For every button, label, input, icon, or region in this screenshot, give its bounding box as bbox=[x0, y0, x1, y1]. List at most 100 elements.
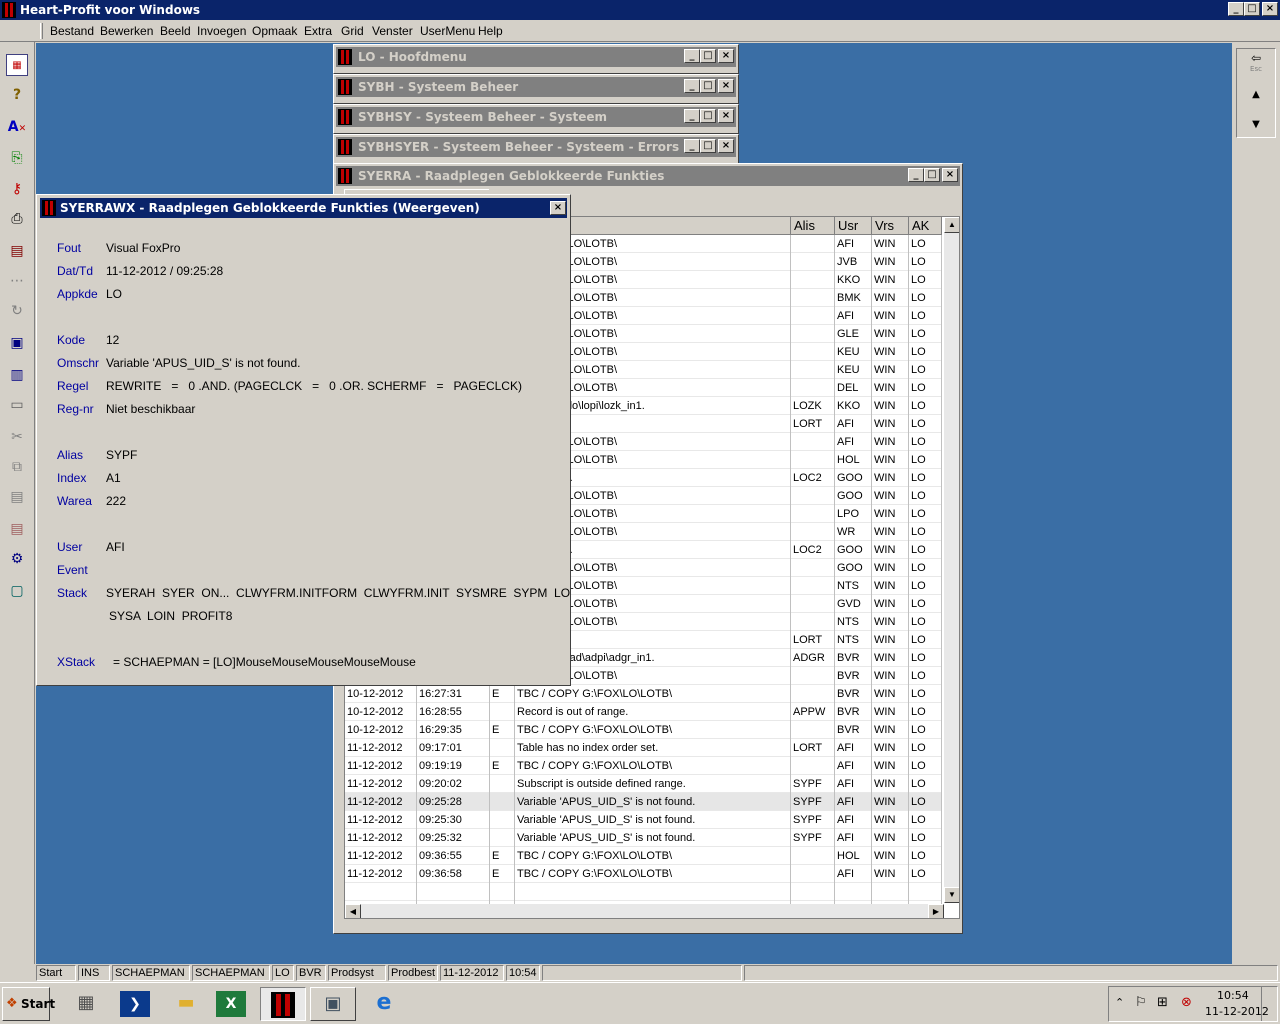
close-button[interactable]: × bbox=[718, 49, 734, 63]
print-icon[interactable]: ⎙ bbox=[6, 208, 28, 230]
internet-explorer-icon[interactable]: e bbox=[362, 987, 406, 1021]
cut-icon[interactable]: ✂ bbox=[6, 426, 28, 448]
powershell-icon[interactable]: ❯ bbox=[120, 991, 150, 1017]
help-icon[interactable]: ? bbox=[6, 84, 28, 106]
dots-icon[interactable]: ⋯ bbox=[6, 270, 28, 292]
folder-icon[interactable]: ▬ bbox=[164, 987, 208, 1021]
table-row[interactable]: 10-12-2012 16:29:35 E TBC / COPY G:\FOX\LO\… bbox=[345, 721, 942, 739]
heart-profit-icon[interactable] bbox=[260, 987, 306, 1021]
table-row[interactable]: 11-12-2012 09:25:28 Variable 'APUS_UID_S' … bbox=[345, 793, 942, 811]
chevron-up-icon[interactable]: ⌃ bbox=[1115, 996, 1124, 1009]
table-row[interactable]: 10-12-2012 16:28:55 Record is out of range… bbox=[345, 703, 942, 721]
window-app-icon[interactable]: ▣ bbox=[310, 987, 356, 1021]
calendar-icon[interactable]: ▦ bbox=[6, 54, 28, 76]
clock-date[interactable]: 11-12-2012 bbox=[1205, 1005, 1269, 1018]
minimize-button[interactable]: _ bbox=[908, 168, 924, 182]
show-desktop-button[interactable] bbox=[1261, 987, 1275, 1021]
menu-extra[interactable]: Extra bbox=[302, 23, 334, 39]
menu-usermenu[interactable]: UserMenu bbox=[418, 23, 477, 39]
escape-icon[interactable]: ⇦ Esc bbox=[1245, 51, 1267, 79]
cell-alias bbox=[791, 559, 835, 577]
user-label: User bbox=[57, 540, 83, 554]
close-button[interactable]: × bbox=[1262, 2, 1278, 16]
report-icon[interactable]: ▥ bbox=[6, 364, 28, 386]
menu-help[interactable]: Help bbox=[476, 23, 505, 39]
maximize-button[interactable]: □ bbox=[700, 139, 716, 153]
window-icon[interactable]: ▭ bbox=[6, 394, 28, 416]
cell-alias bbox=[791, 361, 835, 379]
horizontal-scrollbar[interactable]: ◀ ▶ bbox=[345, 904, 944, 918]
menu-opmaak[interactable]: Opmaak bbox=[250, 23, 299, 39]
key-icon[interactable]: ⚷ bbox=[6, 178, 28, 200]
menu-grid[interactable]: Grid bbox=[339, 23, 366, 39]
properties-icon[interactable]: ⚙ bbox=[6, 548, 28, 570]
table-row[interactable]: 11-12-2012 09:36:55 E TBC / COPY G:\FOX\LO\… bbox=[345, 847, 942, 865]
column-header-vrs[interactable]: Vrs bbox=[872, 217, 909, 235]
cell-user: BMK bbox=[835, 289, 872, 307]
column-header-ak[interactable]: AK bbox=[909, 217, 942, 235]
vertical-scrollbar[interactable]: ▲ ▼ bbox=[944, 217, 959, 903]
up-icon[interactable]: ▲ bbox=[1245, 89, 1267, 105]
maximize-button[interactable]: □ bbox=[1244, 2, 1260, 16]
volume-muted-icon[interactable]: ⊗ bbox=[1181, 995, 1192, 1010]
minimize-button[interactable]: _ bbox=[684, 109, 700, 123]
table-row[interactable]: 11-12-2012 09:17:01 Table has no index ord… bbox=[345, 739, 942, 757]
stack-label: Stack bbox=[57, 586, 88, 600]
minimize-button[interactable]: _ bbox=[684, 79, 700, 93]
network-icon[interactable]: ⊞ bbox=[1157, 995, 1168, 1010]
table-row[interactable]: 11-12-2012 09:25:30 Variable 'APUS_UID_S' … bbox=[345, 811, 942, 829]
menu-bewerken[interactable]: Bewerken bbox=[98, 23, 155, 39]
column-header-alis[interactable]: Alis bbox=[791, 217, 835, 235]
excel-icon[interactable]: X bbox=[216, 991, 246, 1017]
regel-value: REWRITE = 0 .AND. (PAGECLCK = 0 .OR. SCH… bbox=[106, 379, 522, 393]
maximize-button[interactable]: □ bbox=[924, 168, 940, 182]
paste-icon[interactable]: ▤ bbox=[6, 486, 28, 508]
window-lo-hoofdmenu[interactable]: LO - Hoofdmenu _ □ × bbox=[333, 44, 739, 74]
minimize-button[interactable]: _ bbox=[684, 139, 700, 153]
menu-beeld[interactable]: Beeld bbox=[158, 23, 193, 39]
close-button[interactable]: × bbox=[718, 139, 734, 153]
window-sybh[interactable]: SYBH - Systeem Beheer _ □ × bbox=[333, 74, 739, 104]
scroll-right-icon[interactable]: ▶ bbox=[928, 904, 944, 918]
monitor-icon[interactable]: ▢ bbox=[6, 580, 28, 602]
minimize-button[interactable]: _ bbox=[684, 49, 700, 63]
copy-icon[interactable]: ⧉ bbox=[6, 456, 28, 478]
dattd-value: 11-12-2012 / 09:25:28 bbox=[106, 264, 224, 278]
close-button[interactable]: × bbox=[550, 201, 566, 215]
export-icon[interactable]: ⎘ bbox=[6, 147, 28, 169]
stack-value-continued: SYSA LOIN PROFIT8 bbox=[109, 609, 233, 623]
table-row[interactable]: 10-12-2012 16:27:31 E TBC / COPY G:\FOX\LO\… bbox=[345, 685, 942, 703]
maximize-button[interactable]: □ bbox=[700, 49, 716, 63]
minimize-button[interactable]: _ bbox=[1228, 2, 1244, 16]
close-button[interactable]: × bbox=[718, 79, 734, 93]
menu-invoegen[interactable]: Invoegen bbox=[195, 23, 248, 39]
table-row[interactable]: 11-12-2012 09:25:32 Variable 'APUS_UID_S' … bbox=[345, 829, 942, 847]
spellcheck-icon[interactable]: A✕ bbox=[6, 116, 28, 138]
maximize-button[interactable]: □ bbox=[700, 109, 716, 123]
column-header-usr[interactable]: Usr bbox=[835, 217, 872, 235]
xstack-label: XStack bbox=[57, 655, 96, 669]
paste-special-icon[interactable]: ▤ bbox=[6, 518, 28, 540]
form-icon[interactable]: ▤ bbox=[6, 240, 28, 262]
table-row[interactable]: 11-12-2012 09:19:19 E TBC / COPY G:\FOX\LO\… bbox=[345, 757, 942, 775]
maximize-button[interactable]: □ bbox=[700, 79, 716, 93]
table-row[interactable]: 11-12-2012 09:36:58 E TBC / COPY G:\FOX\LO\… bbox=[345, 865, 942, 883]
flag-icon[interactable]: ⚐ bbox=[1135, 995, 1147, 1010]
scroll-up-icon[interactable]: ▲ bbox=[944, 217, 959, 233]
scroll-down-icon[interactable]: ▼ bbox=[944, 887, 959, 903]
server-manager-icon[interactable]: ▦ bbox=[64, 987, 108, 1021]
cell-version: WIN bbox=[872, 253, 909, 271]
menu-venster[interactable]: Venster bbox=[370, 23, 415, 39]
scroll-left-icon[interactable]: ◀ bbox=[345, 904, 361, 918]
clock-time[interactable]: 10:54 bbox=[1217, 989, 1249, 1002]
menu-bestand[interactable]: Bestand bbox=[48, 23, 96, 39]
edit-icon[interactable]: ▣ bbox=[6, 332, 28, 354]
window-sybhsyer[interactable]: SYBHSYER - Systeem Beheer - Systeem - Er… bbox=[333, 134, 739, 164]
table-row[interactable]: 11-12-2012 09:20:02 Subscript is outside d… bbox=[345, 775, 942, 793]
window-sybhsy[interactable]: SYBHSY - Systeem Beheer - Systeem _ □ × bbox=[333, 104, 739, 134]
close-button[interactable]: × bbox=[942, 168, 958, 182]
refresh-icon[interactable]: ↻ bbox=[6, 300, 28, 322]
close-button[interactable]: × bbox=[718, 109, 734, 123]
start-button[interactable]: ❖ Start bbox=[2, 987, 55, 1021]
down-icon[interactable]: ▼ bbox=[1245, 119, 1267, 135]
